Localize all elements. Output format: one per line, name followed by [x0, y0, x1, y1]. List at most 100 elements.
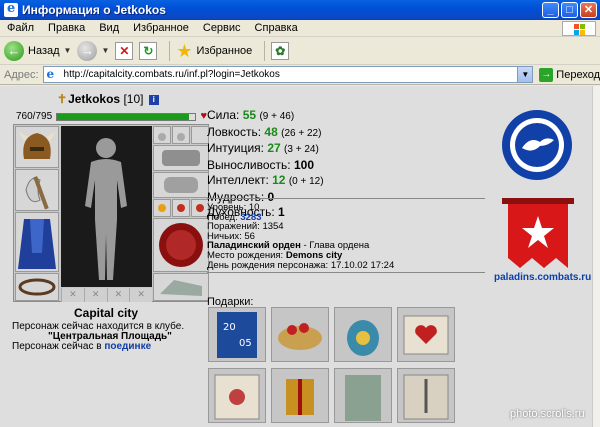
- gloves-slot[interactable]: [153, 172, 209, 198]
- maximize-button[interactable]: □: [561, 2, 578, 18]
- address-url[interactable]: http://capitalcity.combats.ru/inf.pl?log…: [64, 69, 280, 80]
- stat-breakdown: (26 + 22): [281, 127, 322, 139]
- character-figure-box: [61, 126, 152, 287]
- ring-slot-2[interactable]: [172, 199, 190, 217]
- inventory-panel: ✕ ✕ ✕ ✕: [13, 124, 209, 302]
- menu-tools[interactable]: Сервис: [196, 22, 248, 34]
- window-controls: _ □ ✕: [542, 2, 597, 18]
- go-arrow-icon: →: [539, 67, 554, 82]
- favorites-label: Избранное: [196, 44, 253, 57]
- back-arrow-icon: ←: [4, 40, 24, 61]
- ring-icon: [196, 204, 204, 212]
- forward-arrow-icon: →: [77, 40, 98, 61]
- stat-label: Интеллект:: [207, 173, 269, 187]
- bracers-icon: [162, 150, 200, 166]
- close-button[interactable]: ✕: [580, 2, 597, 18]
- gift-item[interactable]: [334, 307, 392, 362]
- belt-slot[interactable]: [15, 273, 59, 301]
- menu-help[interactable]: Справка: [248, 22, 305, 34]
- belt-icon: [18, 278, 56, 296]
- address-input[interactable]: e http://capitalcity.combats.ru/inf.pl?l…: [42, 66, 534, 83]
- gift-basket-icon: [278, 323, 322, 350]
- gift-item[interactable]: [271, 307, 329, 362]
- gift-item[interactable]: 20 05: [208, 307, 266, 362]
- toolbar-divider: [169, 40, 171, 61]
- helmet-slot[interactable]: [15, 126, 59, 168]
- divider: [207, 272, 485, 273]
- gift-box-icon: [286, 379, 314, 415]
- ring-icon: [177, 204, 185, 212]
- stat-row: Ловкость: 48 (26 + 22): [207, 125, 324, 142]
- stat-value: 48: [264, 124, 278, 139]
- stat-breakdown: (3 + 24): [284, 144, 319, 155]
- bracers-slot[interactable]: [153, 145, 209, 171]
- stat-value: 27: [267, 141, 281, 155]
- menu-view[interactable]: Вид: [92, 22, 126, 34]
- gift-item[interactable]: [208, 368, 266, 423]
- gift-item[interactable]: [334, 368, 392, 423]
- divider: [207, 198, 485, 199]
- chevron-down-icon[interactable]: ▼: [101, 46, 109, 55]
- window-title: Информация о Jetkokos: [22, 3, 166, 17]
- refresh-button[interactable]: ↻: [139, 41, 158, 60]
- ie-icon: [4, 1, 18, 17]
- menu-edit[interactable]: Правка: [41, 22, 92, 34]
- go-button[interactable]: → Переход: [539, 67, 600, 82]
- toolbar-divider: [264, 40, 266, 61]
- clan-emblem-icon[interactable]: [500, 108, 574, 182]
- armor-slot[interactable]: [15, 212, 59, 272]
- stat-row: Выносливость: 100: [207, 158, 324, 174]
- weapon-slot[interactable]: [15, 169, 59, 211]
- minimize-button[interactable]: _: [542, 2, 559, 18]
- menu-file[interactable]: Файл: [0, 22, 41, 34]
- helmet-icon: [18, 131, 56, 159]
- forward-button[interactable]: → ▼: [77, 40, 109, 61]
- amulet-slot[interactable]: [172, 126, 190, 144]
- cross-icon: ✝: [57, 92, 68, 106]
- gift-item[interactable]: [271, 368, 329, 423]
- empty-slot[interactable]: ✕: [106, 288, 130, 302]
- media-button[interactable]: ✿: [271, 41, 290, 60]
- stat-label: Сила:: [207, 108, 240, 122]
- boots-slot[interactable]: [153, 273, 209, 301]
- empty-slot[interactable]: ✕: [129, 288, 152, 302]
- paladins-link[interactable]: paladins.combats.ru: [494, 272, 591, 283]
- favorites-button[interactable]: ★ Избранное: [176, 42, 252, 60]
- gift-item[interactable]: [397, 307, 455, 362]
- hp-row: 760/795 ♥: [14, 110, 210, 123]
- gifts-grid: 20 05: [208, 307, 461, 427]
- hp-bar: [56, 113, 196, 121]
- earring-slot[interactable]: [153, 126, 171, 144]
- chevron-down-icon[interactable]: ▼: [64, 46, 72, 55]
- gift-card-icon: [403, 374, 449, 420]
- address-dropdown[interactable]: ▼: [517, 67, 533, 82]
- address-bar: Адрес: e http://capitalcity.combats.ru/i…: [0, 65, 600, 85]
- go-label: Переход: [556, 68, 600, 81]
- info-icon[interactable]: i: [148, 94, 159, 105]
- gift-item[interactable]: [397, 368, 455, 423]
- city-name: Capital city: [74, 306, 139, 320]
- stat-value: 55: [242, 108, 257, 122]
- birthday-line: День рождения персонажа: 17.10.02 17:24: [207, 259, 395, 271]
- ring-slot-1[interactable]: [153, 199, 171, 217]
- empty-slot[interactable]: ✕: [61, 288, 84, 302]
- media-icon: ✿: [271, 41, 290, 60]
- character-level: [10]: [123, 92, 144, 106]
- character-silhouette-icon: [85, 138, 127, 280]
- stop-button[interactable]: ✕: [115, 41, 134, 60]
- menu-favorites[interactable]: Избранное: [126, 22, 196, 34]
- back-button[interactable]: ← Назад ▼: [4, 40, 72, 61]
- stop-icon: ✕: [115, 41, 134, 60]
- hp-value: 760/795: [16, 111, 53, 122]
- paladin-banner-icon[interactable]: [498, 196, 578, 278]
- vertical-scrollbar[interactable]: [592, 86, 600, 427]
- stat-row: Сила: 55 (9 + 46): [207, 108, 324, 125]
- stat-value: 0: [267, 189, 275, 204]
- shield-icon: [159, 223, 203, 267]
- shield-slot[interactable]: [153, 218, 209, 272]
- empty-slot[interactable]: ✕: [83, 288, 107, 302]
- stat-row: Интуиция: 27 (3 + 24): [207, 141, 324, 158]
- stat-breakdown: (9 + 46): [259, 111, 295, 122]
- refresh-icon: ↻: [139, 41, 158, 60]
- duel-link[interactable]: поединке: [104, 341, 151, 352]
